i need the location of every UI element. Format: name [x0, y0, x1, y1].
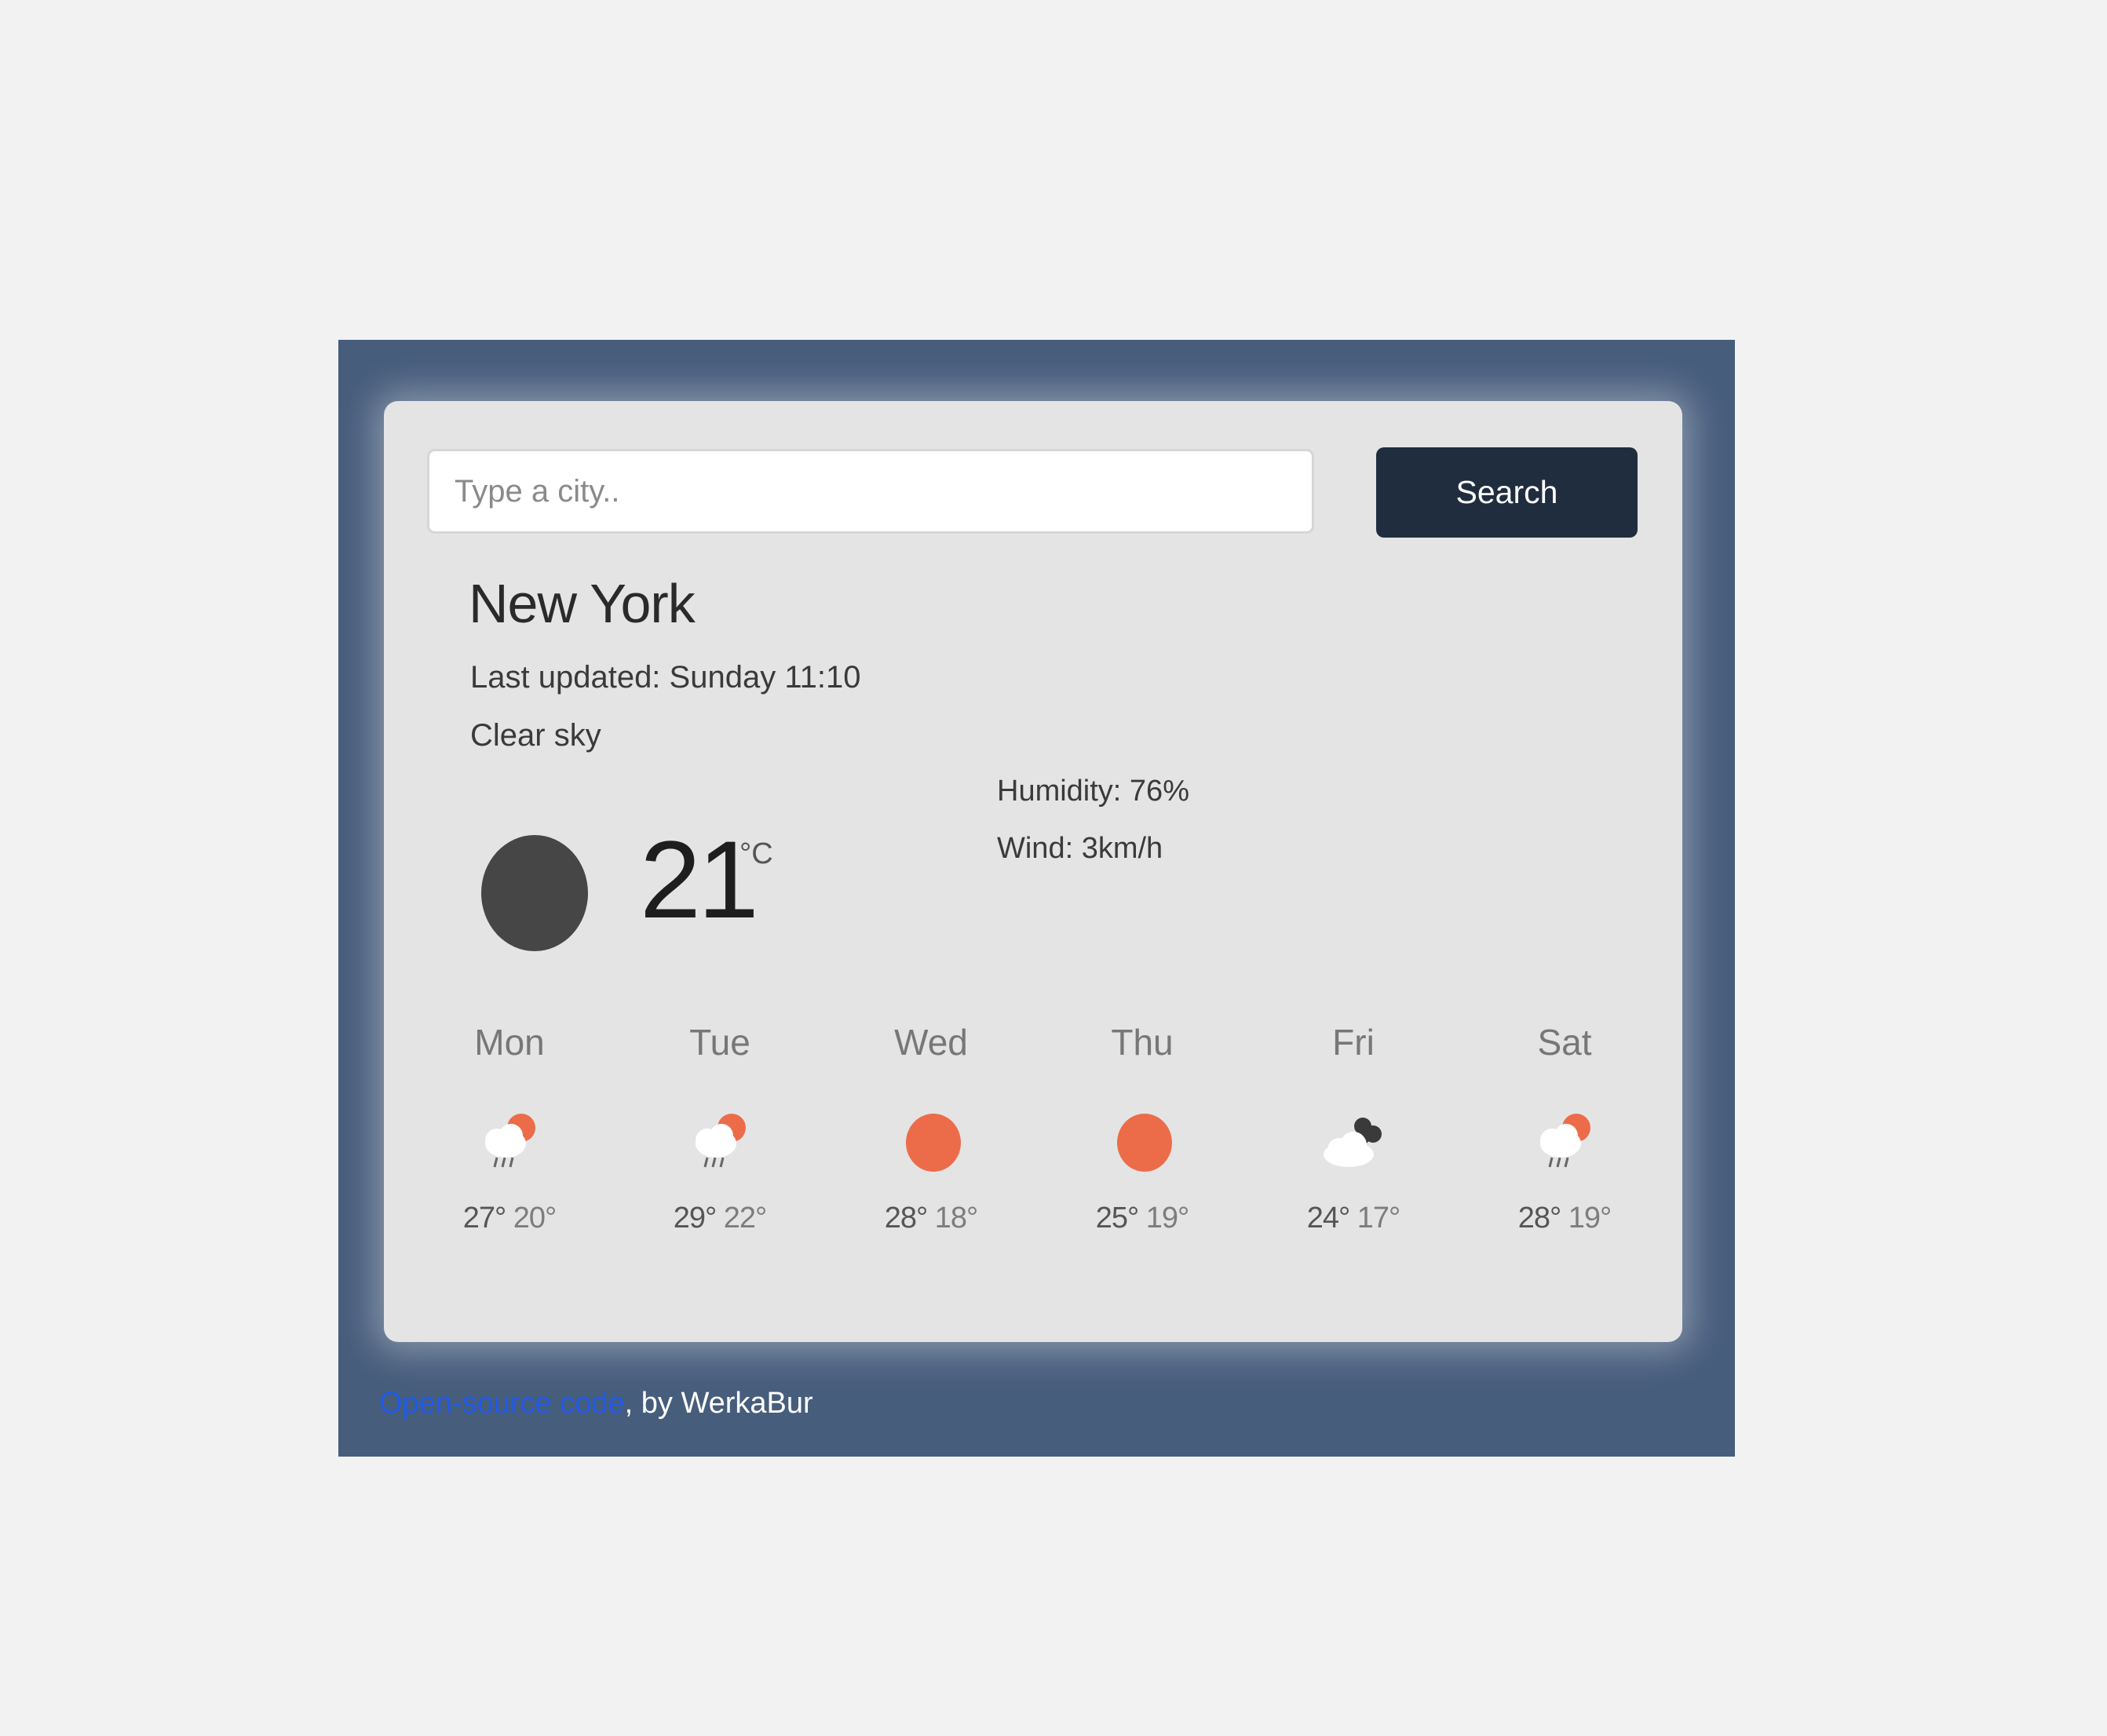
forecast-day: Wed 28° 18° [853, 1021, 1010, 1235]
forecast-max: 28° [1517, 1202, 1561, 1235]
forecast-min: 18° [934, 1202, 978, 1235]
search-button[interactable]: Search [1376, 447, 1638, 538]
forecast-day: Thu 25° 19° [1064, 1021, 1221, 1235]
humidity: Humidity: 76% [997, 775, 1189, 808]
forecast-day-name: Sat [1537, 1022, 1592, 1063]
city-search-input[interactable] [427, 449, 1314, 534]
forecast-temps: 28° 18° [853, 1202, 1010, 1235]
forecast-temps: 27° 20° [431, 1202, 588, 1235]
city-name: New York [469, 573, 696, 634]
forecast-day-name: Fri [1332, 1022, 1375, 1063]
forecast-max: 28° [884, 1202, 928, 1235]
weather-card: Search New York Last updated: Sunday 11:… [384, 401, 1682, 1342]
rain-sun-icon [1525, 1104, 1604, 1183]
forecast-day-name: Mon [474, 1022, 545, 1063]
forecast-min: 19° [1568, 1202, 1612, 1235]
forecast-day: Sat 28° 19° [1486, 1021, 1643, 1235]
forecast: Mon 27° 20° Tue 29° 22° Wed 28° 18° Thu … [431, 1021, 1656, 1256]
forecast-temps: 28° 19° [1486, 1202, 1643, 1235]
open-source-link[interactable]: Open-source code [379, 1387, 625, 1420]
current-temperature: 21 [640, 818, 759, 941]
forecast-min: 17° [1357, 1202, 1400, 1235]
forecast-temps: 24° 17° [1275, 1202, 1432, 1235]
forecast-day: Fri 24° 17° [1275, 1021, 1432, 1235]
forecast-max: 25° [1095, 1202, 1139, 1235]
forecast-day-name: Thu [1111, 1022, 1174, 1063]
rain-sun-icon [470, 1104, 549, 1183]
forecast-min: 19° [1145, 1202, 1189, 1235]
forecast-temps: 25° 19° [1064, 1202, 1221, 1235]
forecast-day-name: Tue [689, 1022, 750, 1063]
forecast-max: 27° [462, 1202, 506, 1235]
last-updated: Last updated: Sunday 11:10 [470, 660, 861, 695]
footer-byline: , by WerkaBur [624, 1387, 813, 1420]
weather-app-frame: Search New York Last updated: Sunday 11:… [338, 340, 1735, 1457]
moon-icon [481, 835, 588, 951]
forecast-max: 24° [1306, 1202, 1350, 1235]
forecast-day-name: Wed [894, 1022, 968, 1063]
sun-icon [1103, 1104, 1181, 1183]
forecast-max: 29° [673, 1202, 717, 1235]
sun-icon [892, 1104, 970, 1183]
temperature-unit: °C [739, 837, 773, 870]
forecast-min: 20° [513, 1202, 557, 1235]
forecast-day: Mon 27° 20° [431, 1021, 588, 1235]
wind: Wind: 3km/h [997, 832, 1163, 865]
footer: Open-source code, by WerkaBur [379, 1387, 813, 1421]
forecast-day: Tue 29° 22° [641, 1021, 798, 1235]
cloudy-icon [1314, 1104, 1393, 1183]
rain-sun-icon [681, 1104, 759, 1183]
weather-description: Clear sky [470, 718, 601, 753]
forecast-temps: 29° 22° [641, 1202, 798, 1235]
forecast-min: 22° [723, 1202, 767, 1235]
